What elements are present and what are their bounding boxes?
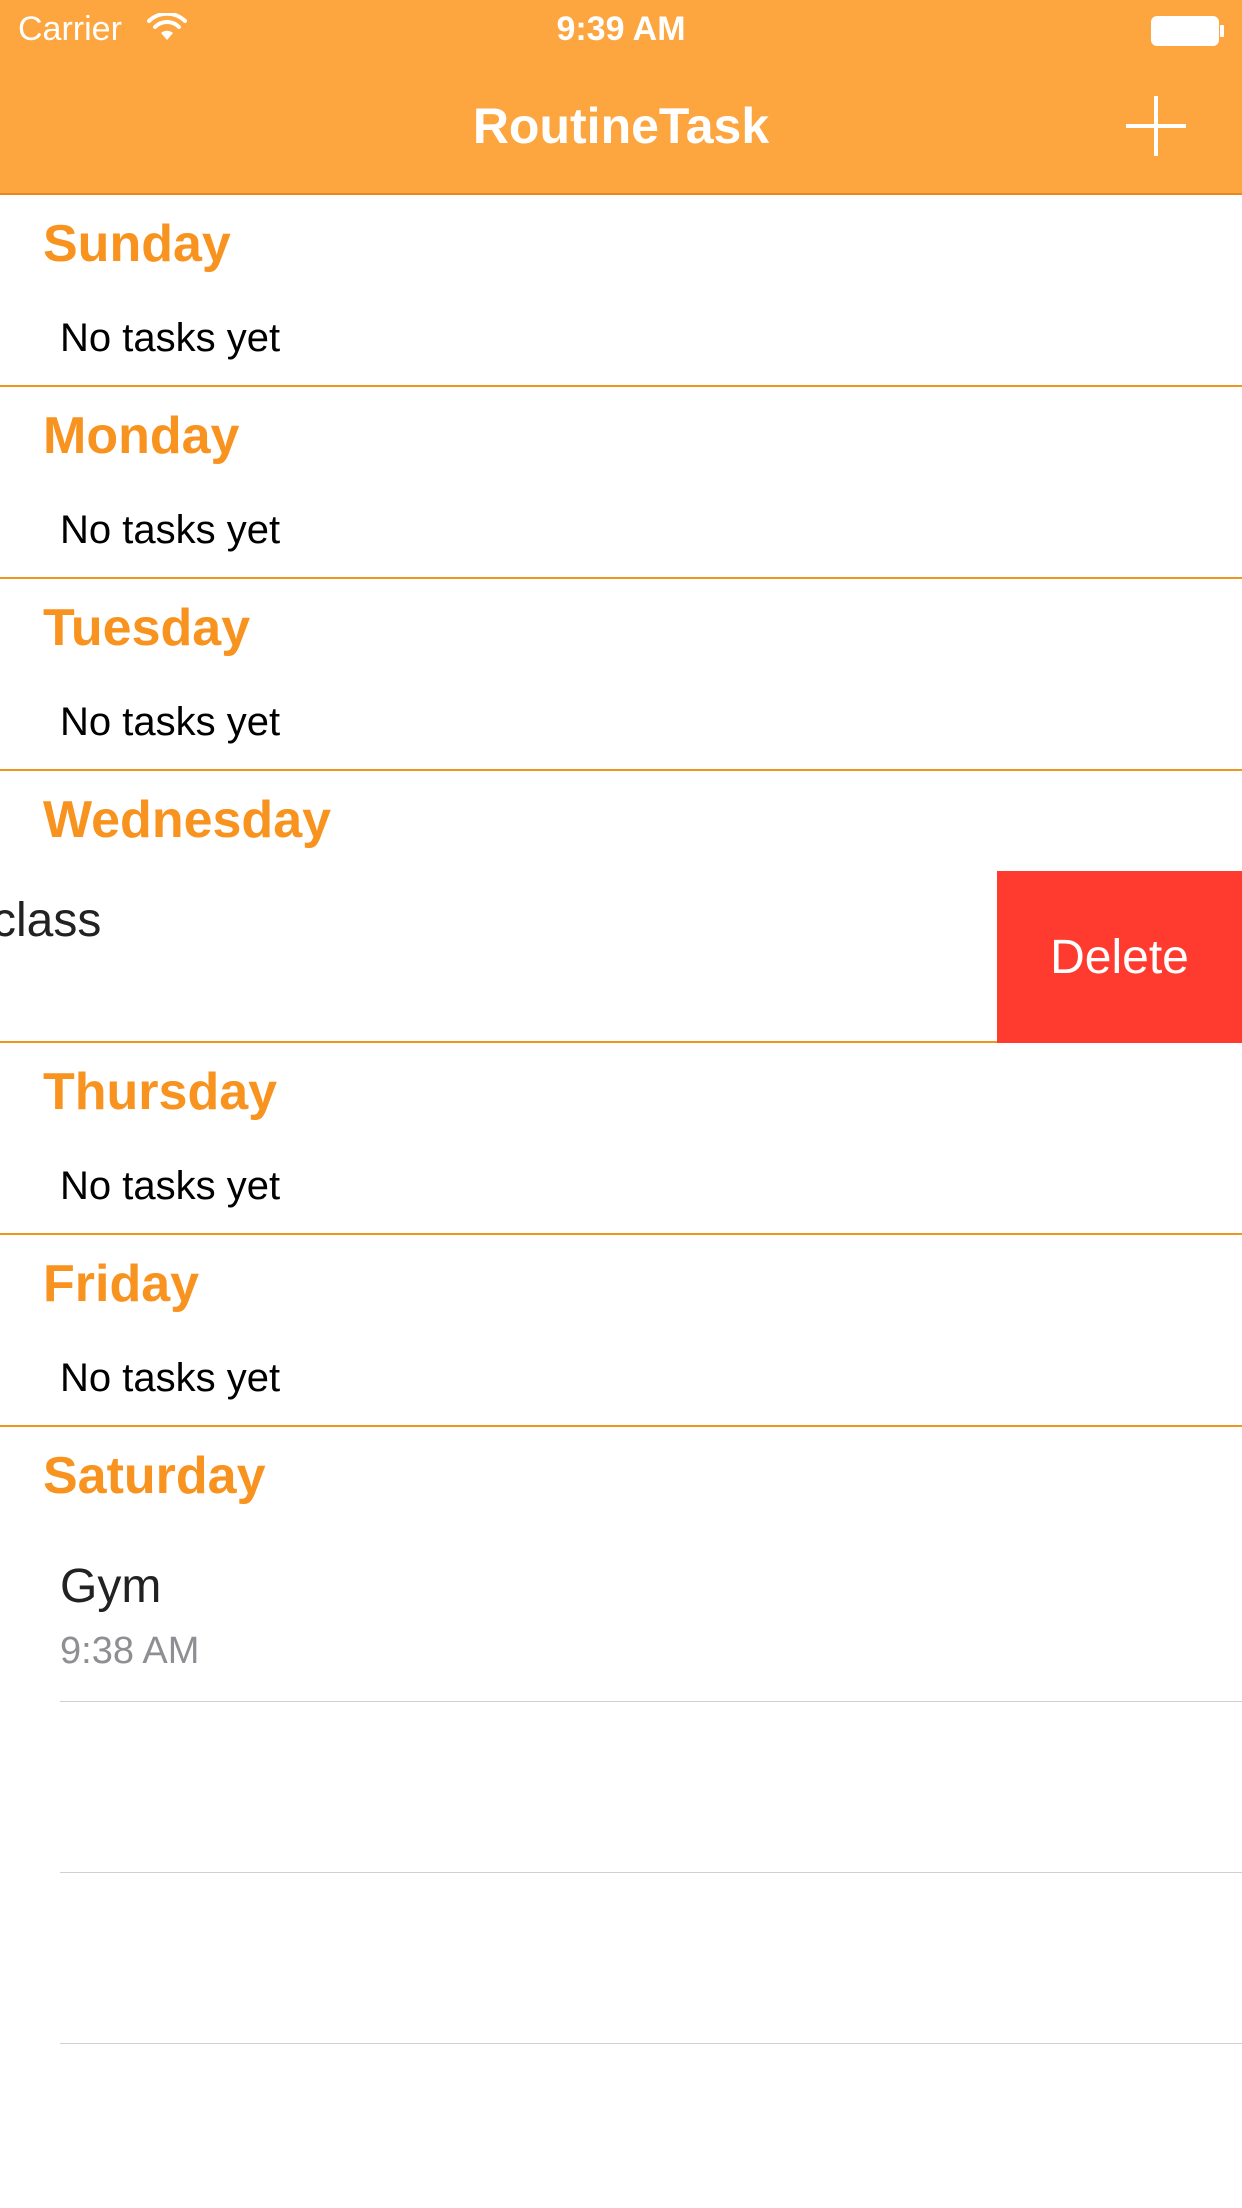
task-row-gym[interactable]: Gym 9:38 AM bbox=[60, 1531, 1242, 1702]
section-header-wednesday: Wednesday bbox=[43, 791, 332, 849]
section-header-sunday: Sunday bbox=[43, 215, 231, 273]
empty-label-thursday: No tasks yet bbox=[60, 1164, 281, 1208]
section-header-thursday: Thursday bbox=[43, 1063, 278, 1121]
plus-icon bbox=[1126, 96, 1186, 156]
section-tuesday: Tuesday No tasks yet bbox=[0, 579, 1242, 771]
task-title: Gym bbox=[60, 1560, 162, 1613]
section-header-monday: Monday bbox=[43, 407, 240, 465]
status-bar: Carrier 9:39 AM bbox=[0, 0, 1242, 60]
section-saturday: Saturday Gym 9:38 AM bbox=[0, 1427, 1242, 2044]
task-time: 9:38 AM bbox=[60, 1630, 200, 1672]
section-header-saturday: Saturday bbox=[43, 1447, 266, 1505]
empty-label-tuesday: No tasks yet bbox=[60, 700, 281, 744]
task-list[interactable]: Sunday No tasks yet Monday No tasks yet … bbox=[0, 195, 1242, 2044]
section-header-friday: Friday bbox=[43, 1255, 200, 1313]
empty-row bbox=[60, 1873, 1242, 2044]
battery-icon bbox=[1151, 16, 1224, 46]
empty-label-sunday: No tasks yet bbox=[60, 316, 281, 360]
empty-label-monday: No tasks yet bbox=[60, 508, 281, 552]
swiped-task-row[interactable]: class Delete bbox=[0, 871, 1242, 1043]
navigation-bar: Carrier 9:39 AM RoutineTask bbox=[0, 0, 1242, 195]
section-thursday: Thursday No tasks yet bbox=[0, 1043, 1242, 1235]
page-title: RoutineTask bbox=[472, 98, 770, 154]
empty-label-friday: No tasks yet bbox=[60, 1356, 281, 1400]
section-header-tuesday: Tuesday bbox=[43, 599, 251, 657]
status-time: 9:39 AM bbox=[556, 10, 686, 48]
delete-button[interactable]: Delete bbox=[997, 871, 1242, 1043]
section-sunday: Sunday No tasks yet bbox=[0, 195, 1242, 387]
add-task-button[interactable] bbox=[1120, 90, 1192, 162]
task-title: class bbox=[0, 894, 102, 947]
section-monday: Monday No tasks yet bbox=[0, 387, 1242, 579]
empty-row bbox=[60, 1702, 1242, 1873]
section-friday: Friday No tasks yet bbox=[0, 1235, 1242, 1427]
